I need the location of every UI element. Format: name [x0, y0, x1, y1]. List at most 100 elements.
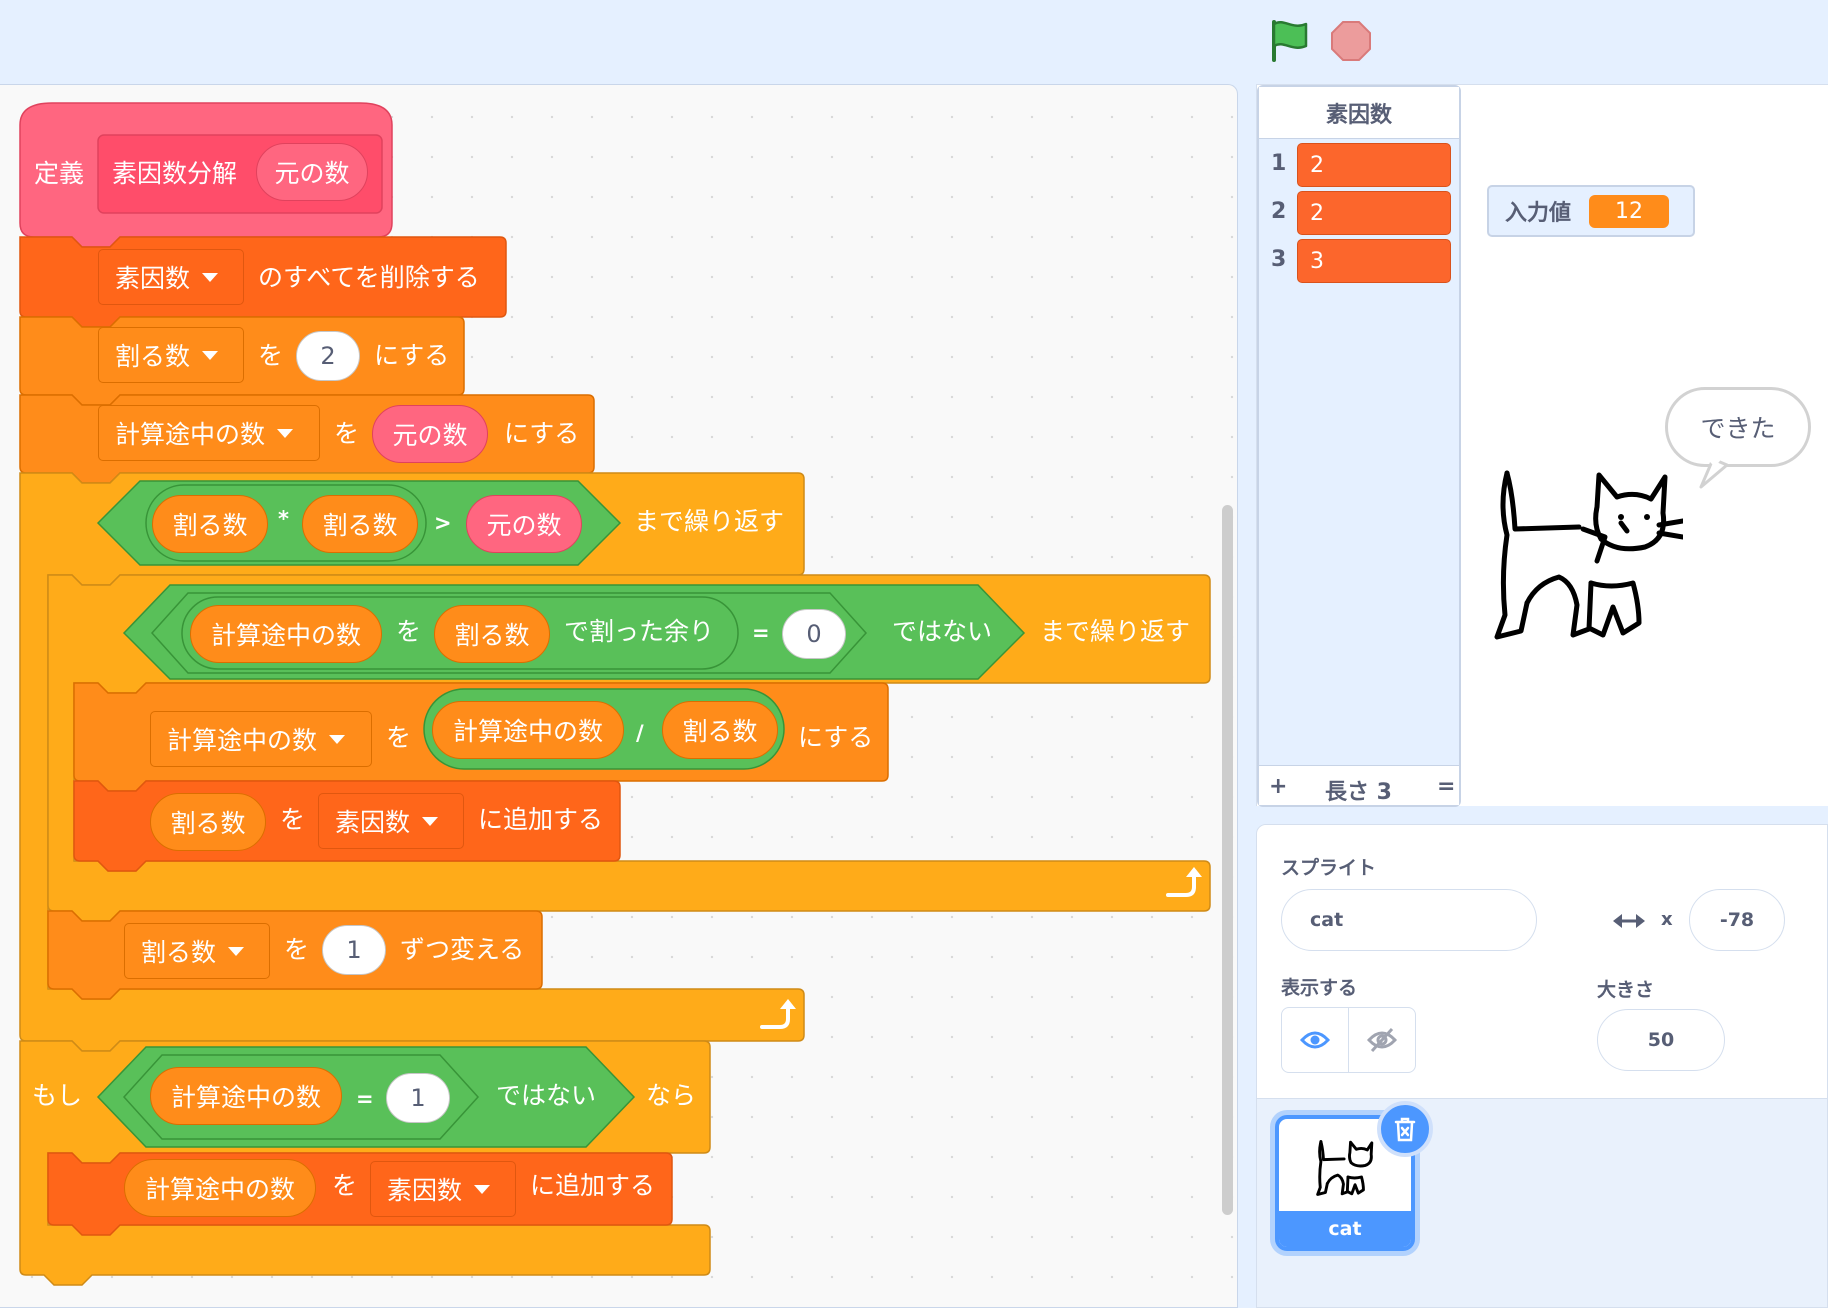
resize-handle[interactable]: = — [1437, 774, 1455, 799]
block-text: ではない — [892, 617, 993, 646]
variable-reporter[interactable]: 計算途中の数 — [150, 1067, 342, 1125]
block-text: に追加する — [530, 1171, 656, 1200]
trash-icon — [1394, 1117, 1416, 1142]
speech-bubble: できた — [1665, 387, 1811, 467]
speech-text: できた — [1700, 414, 1776, 443]
speech-bubble-tail — [1699, 457, 1729, 489]
code-scrollbar[interactable] — [1222, 505, 1233, 1215]
list-item: 2 2 — [1259, 189, 1459, 235]
list-index: 1 — [1271, 151, 1287, 176]
block-text: を — [284, 935, 310, 964]
define-name: 素因数分解 — [112, 159, 238, 188]
top-bar — [0, 0, 1828, 84]
block-text: にする — [374, 341, 450, 370]
list-dropdown[interactable]: 素因数 — [98, 249, 244, 305]
variable-reporter[interactable]: 割る数 — [662, 701, 778, 759]
code-area[interactable]: 定義 素因数分解 元の数 素因数 のすべてを削除する 割る数 を 2 にする 計… — [0, 84, 1238, 1308]
variable-reporter[interactable]: 割る数 — [302, 495, 418, 553]
sprite-name-input[interactable]: cat — [1281, 889, 1537, 951]
show-button[interactable] — [1281, 1007, 1349, 1073]
value-input[interactable]: 2 — [296, 331, 360, 381]
list-value[interactable]: 2 — [1297, 191, 1451, 235]
block-text: まで繰り返す — [1040, 617, 1191, 646]
block-text: なら — [646, 1081, 697, 1110]
list-value[interactable]: 3 — [1297, 239, 1451, 283]
variable-reporter[interactable]: 計算途中の数 — [432, 701, 624, 759]
size-label: 大きさ — [1597, 979, 1655, 1001]
value-input[interactable]: 1 — [322, 925, 386, 975]
dropdown-arrow-icon — [228, 946, 245, 956]
sprite-label: スプライト — [1281, 857, 1377, 879]
operator-symbol: * — [278, 507, 289, 531]
list-footer: + 長さ 3 = — [1259, 765, 1459, 805]
cat-thumbnail-icon — [1316, 1140, 1374, 1196]
variable-reporter[interactable]: 割る数 — [152, 495, 268, 553]
block-text: を — [280, 805, 306, 834]
operator-symbol: = — [752, 621, 770, 645]
value-input[interactable]: 1 — [386, 1073, 450, 1123]
define-keyword: 定義 — [34, 159, 85, 188]
show-label: 表示する — [1281, 977, 1358, 999]
sprite-info: スプライト cat x -78 表示する 大きさ 50 — [1257, 825, 1827, 1099]
sprite-pane: スプライト cat x -78 表示する 大きさ 50 cat — [1256, 824, 1828, 1308]
list-item: 1 2 — [1259, 141, 1459, 187]
operator-symbol: / — [636, 721, 644, 745]
list-index: 2 — [1271, 199, 1287, 224]
delete-all-text: のすべてを削除する — [258, 263, 480, 292]
list-title: 素因数 — [1259, 87, 1459, 139]
list-dropdown[interactable]: 素因数 — [370, 1161, 516, 1217]
sprite-thumbnail-name: cat — [1279, 1211, 1411, 1247]
green-flag-icon[interactable] — [1266, 18, 1312, 64]
stop-icon[interactable] — [1330, 20, 1372, 62]
variable-monitor: 入力値 12 — [1487, 185, 1695, 237]
variable-dropdown[interactable]: 割る数 — [98, 327, 244, 383]
variable-dropdown[interactable]: 割る数 — [124, 923, 270, 979]
cat-sprite-icon[interactable] — [1493, 465, 1683, 645]
operator-symbol: = — [356, 1087, 374, 1111]
dropdown-arrow-icon — [202, 272, 219, 282]
variable-label: 入力値 — [1505, 201, 1572, 226]
variable-reporter[interactable]: 計算途中の数 — [124, 1159, 316, 1217]
stage[interactable]: 素因数 1 2 2 2 3 3 + 長さ 3 = 入力値 12 できた — [1256, 84, 1828, 807]
add-item-button[interactable]: + — [1269, 774, 1287, 799]
list-dropdown[interactable]: 素因数 — [318, 793, 464, 849]
eye-slash-icon — [1367, 1027, 1397, 1053]
list-monitor: 素因数 1 2 2 2 3 3 + 長さ 3 = — [1257, 85, 1461, 807]
dropdown-arrow-icon — [277, 428, 294, 438]
block-text: を — [334, 419, 360, 448]
block-text: で割った余り — [564, 617, 715, 646]
dropdown-arrow-icon — [422, 816, 439, 826]
x-input[interactable]: -78 — [1689, 889, 1785, 951]
list-value[interactable]: 2 — [1297, 143, 1451, 187]
block-text: を — [396, 617, 422, 646]
block-text: を — [258, 341, 284, 370]
eye-icon — [1300, 1031, 1330, 1049]
block-text: ではない — [496, 1081, 597, 1110]
size-input[interactable]: 50 — [1597, 1009, 1725, 1071]
block-text: を — [386, 723, 412, 752]
variable-dropdown[interactable]: 計算途中の数 — [150, 711, 372, 767]
list-length: 長さ 3 — [1325, 780, 1392, 805]
block-text: ずつ変える — [400, 935, 525, 964]
list-index: 3 — [1271, 247, 1287, 272]
variable-dropdown[interactable]: 計算途中の数 — [98, 405, 320, 461]
variable-reporter[interactable]: 割る数 — [434, 605, 550, 663]
x-label: x — [1661, 909, 1673, 930]
variable-reporter[interactable]: 計算途中の数 — [190, 605, 382, 663]
param-reporter[interactable]: 元の数 — [466, 495, 582, 553]
delete-sprite-button[interactable] — [1377, 1101, 1433, 1157]
hide-button[interactable] — [1348, 1007, 1416, 1073]
param-reporter[interactable]: 元の数 — [372, 405, 488, 463]
dropdown-arrow-icon — [329, 734, 346, 744]
define-param[interactable]: 元の数 — [256, 143, 368, 201]
dropdown-arrow-icon — [474, 1184, 491, 1194]
list-item: 3 3 — [1259, 237, 1459, 283]
dropdown-arrow-icon — [202, 350, 219, 360]
block-text: にする — [798, 723, 874, 752]
operator-symbol: > — [434, 511, 452, 535]
if-keyword: もし — [32, 1081, 83, 1110]
horizontal-arrows-icon — [1613, 914, 1645, 928]
block-text: にする — [504, 419, 580, 448]
value-input[interactable]: 0 — [782, 609, 846, 659]
variable-reporter[interactable]: 割る数 — [150, 793, 266, 851]
